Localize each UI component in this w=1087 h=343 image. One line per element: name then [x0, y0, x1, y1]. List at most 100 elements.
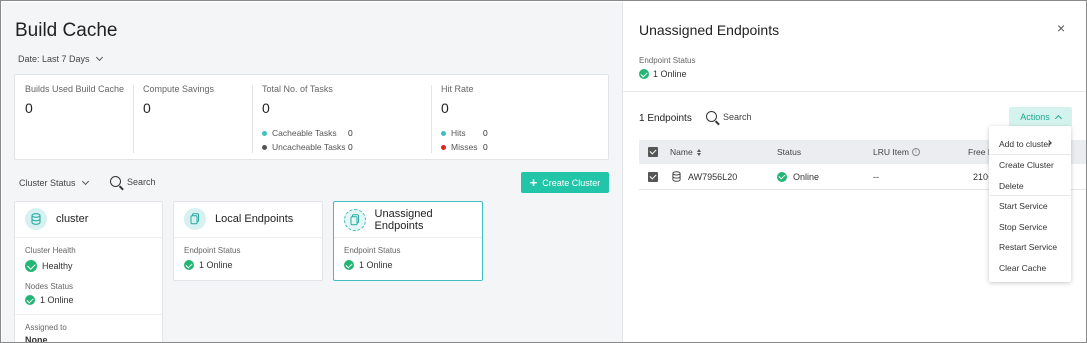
endpoint-name: AW7956L20: [688, 171, 738, 182]
tile-header: cluster: [25, 208, 88, 230]
server-icon: [184, 208, 206, 230]
menu-item-delete[interactable]: Delete: [999, 181, 1024, 191]
legend-dot: [262, 144, 267, 150]
local-endpoints-tile[interactable]: Local Endpoints Endpoint Status 1 Online: [173, 201, 323, 281]
tile-title: Unassigned Endpoints: [374, 208, 433, 232]
cacheable-tasks-row: Cacheable Tasks: [262, 128, 337, 138]
menu-item-start-service[interactable]: Start Service: [999, 201, 1048, 211]
actions-button[interactable]: Actions: [1009, 107, 1072, 127]
divider: [623, 91, 1086, 92]
check-circle-icon: [25, 260, 37, 272]
health-text: Healthy: [42, 261, 73, 271]
cluster-status-dropdown[interactable]: Cluster Status: [19, 177, 89, 188]
nodes-status-value: 1 Online: [25, 295, 74, 305]
menu-item-clear-cache[interactable]: Clear Cache: [999, 263, 1046, 273]
row-checkbox[interactable]: [648, 164, 658, 189]
chevron-down-icon: [81, 177, 89, 186]
stat-builds-used: Builds Used Build Cache 0: [25, 84, 124, 154]
row-name: AW7956L20: [672, 164, 737, 189]
status-text: 1 Online: [359, 260, 393, 270]
stat-label: Builds Used Build Cache: [25, 84, 125, 94]
check-circle-icon: [777, 171, 787, 182]
status-text: 1 Online: [653, 69, 687, 79]
divider: [174, 237, 322, 238]
legend-dot: [441, 130, 446, 136]
actions-label: Actions: [1020, 112, 1050, 122]
uncacheable-value: 0: [348, 142, 353, 152]
sort-icon: [696, 148, 701, 156]
database-icon: [672, 171, 681, 182]
status-text: 1 Online: [199, 260, 233, 270]
endpoint-status-label: Endpoint Status: [639, 56, 696, 65]
assigned-to-label: Assigned to: [25, 323, 67, 332]
cacheable-value: 0: [348, 128, 353, 138]
checkbox-checked-icon: [648, 147, 658, 157]
database-icon: [25, 208, 47, 230]
divider: [334, 237, 482, 238]
server-icon: [344, 209, 366, 231]
stat-hit-rate: Hit Rate 0 Hits 0 Misses 0: [441, 84, 591, 154]
checkbox-checked-icon: [648, 171, 658, 182]
search-label: Search: [723, 111, 752, 122]
menu-item-restart-service[interactable]: Restart Service: [999, 242, 1057, 252]
endpoints-count: 1 Endpoints: [639, 113, 692, 124]
stat-value: 0: [143, 100, 151, 116]
app-window: Build Cache Date: Last 7 Days Builds Use…: [0, 0, 1087, 343]
search-icon: [706, 111, 717, 122]
plus-icon: +: [529, 175, 538, 190]
cacheable-label: Cacheable Tasks: [272, 128, 337, 138]
column-lru: LRU Item i: [873, 140, 920, 164]
panel-search-button[interactable]: Search: [706, 111, 752, 122]
search-label: Search: [127, 176, 156, 187]
tile-header: Unassigned Endpoints: [344, 208, 482, 232]
divider: [989, 195, 1071, 196]
column-name-label: Name: [670, 147, 693, 157]
stat-label: Total No. of Tasks: [262, 84, 333, 94]
date-filter-label: Date: Last 7 Days: [18, 54, 90, 64]
stats-card: Builds Used Build Cache 0 Compute Saving…: [14, 74, 609, 160]
legend-dot: [441, 144, 446, 150]
check-circle-icon: [344, 260, 354, 270]
menu-item-label: Add to cluster: [999, 139, 1051, 149]
endpoint-status-label: Endpoint Status: [344, 246, 401, 255]
menu-item-add-to-cluster[interactable]: Add to cluster: [999, 139, 1061, 149]
check-circle-icon: [184, 260, 194, 270]
stat-label: Hit Rate: [441, 84, 474, 94]
unassigned-endpoints-tile[interactable]: Unassigned Endpoints Endpoint Status 1 O…: [333, 201, 483, 281]
divider: [15, 314, 162, 315]
create-cluster-button[interactable]: + Create Cluster: [521, 172, 609, 193]
stat-value: 0: [262, 100, 270, 116]
create-cluster-label: Create Cluster: [542, 177, 601, 188]
column-status: Status: [777, 147, 802, 157]
endpoint-status-value: 1 Online: [639, 69, 687, 79]
stat-label: Compute Savings: [143, 84, 215, 94]
status-text: Online: [793, 171, 820, 182]
panel-title: Unassigned Endpoints: [639, 22, 780, 38]
endpoint-status-value: 1 Online: [344, 260, 393, 270]
column-name[interactable]: Name: [670, 140, 701, 164]
misses-row: Misses: [441, 142, 477, 152]
misses-label: Misses: [451, 142, 478, 152]
date-filter-dropdown[interactable]: Date: Last 7 Days: [18, 53, 103, 64]
close-icon[interactable]: ×: [1057, 20, 1065, 36]
hits-value: 0: [483, 128, 488, 138]
nodes-text: 1 Online: [40, 295, 74, 305]
menu-item-create-cluster[interactable]: Create Cluster: [999, 160, 1054, 170]
search-button[interactable]: Search: [110, 176, 156, 187]
menu-item-stop-service[interactable]: Stop Service: [999, 222, 1047, 232]
cluster-status-label: Cluster Status: [19, 178, 76, 188]
row-status: Online: [777, 164, 819, 189]
tile-title: Local Endpoints: [215, 213, 294, 225]
search-icon: [110, 176, 121, 187]
divider: [431, 85, 432, 153]
hits-label: Hits: [451, 128, 466, 138]
check-circle-icon: [639, 69, 649, 79]
hits-row: Hits: [441, 128, 466, 138]
cluster-tile[interactable]: cluster Cluster Health Healthy Nodes Sta…: [14, 201, 163, 342]
legend-dot: [262, 130, 267, 136]
uncacheable-tasks-row: Uncacheable Tasks: [262, 142, 346, 152]
page-title: Build Cache: [15, 20, 118, 41]
nodes-status-label: Nodes Status: [25, 282, 74, 291]
stat-value: 0: [25, 100, 33, 116]
select-all-checkbox[interactable]: [648, 140, 658, 164]
